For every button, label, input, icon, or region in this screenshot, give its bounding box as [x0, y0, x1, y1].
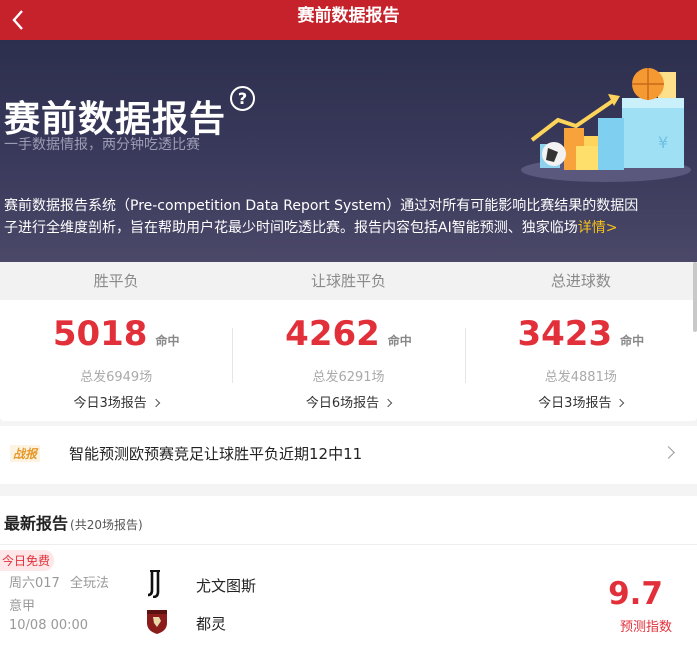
detail-link[interactable]: 详情> [578, 220, 618, 236]
play-type: 全玩法 [70, 576, 110, 591]
news-text: 智能预测欧预赛竞足让球胜平负近期12中11 [69, 445, 363, 463]
scrollbar[interactable] [693, 262, 697, 332]
juventus-logo-icon [147, 570, 160, 598]
stats-panel: 胜平负 让球胜平负 总进球数 5018 命中 总发6949场 今日3场报告 426… [0, 262, 697, 421]
divider [0, 544, 697, 545]
latest-reports-section: 最新报告 (共20场报告) 今日免费 周六017 全玩法 意甲 10/08 00:… [0, 496, 697, 650]
hero-subtitle: 一手数据情报，两分钟吃透比赛 [4, 137, 200, 153]
data-report-illustration: ¥ [521, 68, 691, 182]
hit-number: 3423 [517, 314, 613, 354]
match-time: 10/08 00:00 [9, 618, 89, 633]
stat-column: 5018 命中 总发6949场 今日3场报告 [0, 300, 232, 421]
torino-logo-icon [147, 610, 167, 634]
tab-handicap[interactable]: 让球胜平负 [232, 262, 464, 300]
league-name: 意甲 [9, 599, 36, 614]
stats-columns: 5018 命中 总发6949场 今日3场报告 4262 命中 总发6291场 今日6… [0, 300, 697, 421]
away-team: 都灵 [196, 615, 227, 633]
hit-label: 命中 [155, 334, 180, 348]
hit-number: 5018 [52, 314, 148, 354]
total-count: 总发6949场 [80, 370, 153, 385]
today-reports-label: 今日3场报告 [538, 396, 612, 411]
today-reports-link[interactable]: 今日6场报告 [232, 392, 464, 411]
tab-win-draw-lose[interactable]: 胜平负 [0, 262, 232, 300]
news-badge: 战报 [10, 445, 41, 462]
report-count: (共20场报告) [70, 518, 143, 532]
today-reports-label: 今日3场报告 [73, 396, 147, 411]
chevron-right-icon [662, 446, 675, 459]
stat-column: 4262 命中 总发6291场 今日6场报告 [232, 300, 464, 421]
hit-count: 3423 命中 [465, 314, 697, 354]
help-icon[interactable]: ? [230, 86, 255, 111]
hit-count: 4262 命中 [232, 314, 464, 354]
tab-total-goals[interactable]: 总进球数 [465, 262, 697, 300]
total-count: 总发6291场 [312, 370, 385, 385]
hit-label: 命中 [620, 334, 645, 348]
hit-number: 4262 [285, 314, 380, 354]
top-bar: 赛前数据报告 [0, 0, 697, 40]
description-line-1: 赛前数据报告系统（Pre-competition Data Report Sys… [4, 198, 639, 214]
match-number: 周六017 [9, 576, 60, 591]
section-title: 最新报告 (共20场报告) [4, 510, 143, 534]
free-tag: 今日免费 [0, 550, 55, 571]
total-count: 总发4881场 [544, 370, 617, 385]
prediction-index-value: 9.7 [608, 576, 663, 612]
hero-banner: 赛前数据报告 ? 一手数据情报，两分钟吃透比赛 ¥ 赛前数据报告系统（Pre-c… [0, 40, 697, 262]
chevron-right-icon [383, 398, 393, 408]
today-reports-label: 今日6场报告 [305, 396, 380, 411]
svg-text:¥: ¥ [658, 133, 668, 152]
today-reports-link[interactable]: 今日3场报告 [0, 392, 232, 411]
chevron-right-icon [616, 398, 625, 408]
section-title-text: 最新报告 [4, 514, 69, 533]
news-banner[interactable]: 战报 智能预测欧预赛竞足让球胜平负近期12中11 [0, 426, 697, 484]
description-line-2-wrap: 子进行全维度剖析，旨在帮助用户花最少时间吃透比赛。报告内容包括AI智能预测、独家… [4, 217, 684, 239]
hit-count: 5018 命中 [0, 314, 232, 354]
page-title: 赛前数据报告 [297, 6, 400, 26]
description-line-2: 子进行全维度剖析，旨在帮助用户花最少时间吃透比赛。报告内容包括AI智能预测、独家… [4, 220, 578, 236]
hero-description: 赛前数据报告系统（Pre-competition Data Report Sys… [4, 195, 684, 239]
chevron-right-icon [151, 398, 161, 408]
home-team: 尤文图斯 [196, 577, 257, 595]
stats-tabs: 胜平负 让球胜平负 总进球数 [0, 262, 697, 300]
stat-column: 3423 命中 总发4881场 今日3场报告 [464, 300, 697, 421]
hit-label: 命中 [387, 334, 412, 348]
today-reports-link[interactable]: 今日3场报告 [465, 392, 697, 411]
prediction-index-label: 预测指数 [619, 620, 672, 635]
